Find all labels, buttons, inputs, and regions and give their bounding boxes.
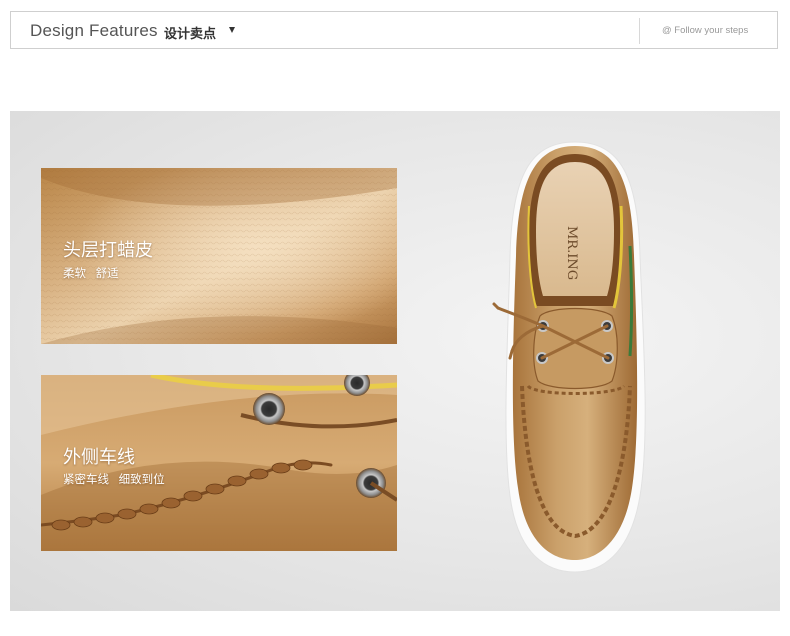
feature-title-stitching: 外侧车线 xyxy=(63,447,135,468)
insole-brand: MR.ING xyxy=(564,226,579,280)
stitching-photo: 外侧车线 紧密车线 细致到位 xyxy=(41,375,397,551)
section-title: Design Features xyxy=(30,21,158,40)
feature-subtitle-stitching: 紧密车线 细致到位 xyxy=(63,472,165,486)
feature-subtitle-leather: 柔软 舒适 xyxy=(63,266,119,280)
shoe-product-photo: MR.ING xyxy=(480,136,670,576)
follow-slogan: @ Follow your steps xyxy=(662,25,749,36)
feature-panel: 头层打蜡皮 柔软 舒适 外侧车线 紧密车线 细致到位 MR.ING xyxy=(10,111,780,611)
leather-texture-photo: 头层打蜡皮 柔软 舒适 xyxy=(41,168,397,344)
feature-title-leather: 头层打蜡皮 xyxy=(63,240,153,261)
header-divider xyxy=(639,18,640,44)
section-title-cn: 设计卖点 xyxy=(164,27,217,42)
section-header: Design Features 设计卖点 @ Follow your steps xyxy=(10,11,778,49)
caret-down-icon xyxy=(229,27,235,33)
